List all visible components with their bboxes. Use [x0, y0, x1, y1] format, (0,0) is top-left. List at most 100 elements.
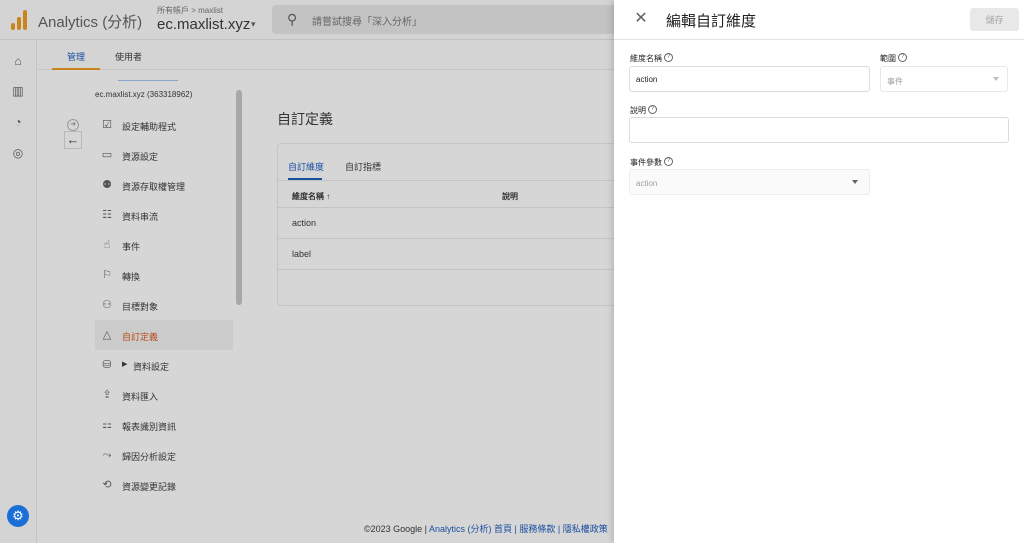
scope-select: 事件: [880, 66, 1008, 92]
analytics-logo-icon: [10, 10, 28, 30]
admin-nav-pane: ec.maxlist.xyz (363318962) ➔ ← ☑ 設定輔助程式 …: [52, 70, 244, 510]
column-header-dimension-name[interactable]: 維度名稱 ↑: [292, 191, 330, 202]
history-icon: ⟲: [102, 479, 112, 491]
account-breadcrumb[interactable]: 所有帳戶 > maxlist: [157, 5, 223, 16]
sidebar-item-audiences[interactable]: ⚇ 目標對象: [95, 290, 233, 320]
shapes-icon: △: [102, 329, 112, 341]
search-bar[interactable]: ⚲ 請嘗試搜尋「深入分析」: [272, 5, 632, 34]
data-stream-icon: ☷: [102, 209, 112, 221]
search-icon: ⚲: [287, 11, 298, 27]
field-label-text: 事件參數: [630, 158, 662, 167]
dimension-name-label: 維度名稱?: [630, 53, 673, 64]
panel-title: 編輯自訂維度: [666, 13, 757, 30]
help-icon[interactable]: ?: [648, 105, 657, 114]
tab-admin[interactable]: 管理: [67, 50, 85, 63]
nav-scrollbar[interactable]: [236, 90, 242, 305]
dimension-name-input[interactable]: [630, 67, 869, 91]
event-parameter-value: action: [636, 179, 658, 188]
sidebar-item-attribution-settings[interactable]: ⤳ 歸因分析設定: [95, 440, 233, 470]
field-label-text: 說明: [630, 106, 646, 115]
sidebar-item-label: 資源存取權管理: [122, 182, 186, 192]
sidebar-item-label: 報表識別資訊: [122, 422, 177, 432]
divider: [118, 80, 178, 81]
custom-definitions-card: 自訂維度 自訂指標 維度名稱 ↑ 說明 action label: [277, 143, 617, 306]
sidebar-item-label: 資源設定: [122, 152, 159, 162]
sidebar-item-data-settings[interactable]: ⛁ 資料設定 ▶: [95, 350, 233, 380]
sidebar-item-reporting-identity[interactable]: ⚏ 報表識別資訊: [95, 410, 233, 440]
report-identity-icon: ⚏: [102, 419, 112, 431]
expand-arrow-icon[interactable]: ▶: [122, 360, 127, 368]
sidebar-item-data-import[interactable]: ⇪ 資料匯入: [95, 380, 233, 410]
property-id: ec.maxlist.xyz (363318962): [95, 90, 193, 99]
sidebar-item-label: 目標對象: [122, 302, 159, 312]
touch-icon: ☝: [103, 239, 111, 251]
help-icon[interactable]: ?: [664, 157, 673, 166]
table-row[interactable]: label: [278, 239, 616, 270]
home-icon[interactable]: ⌂: [11, 54, 25, 68]
explore-icon[interactable]: ◔: [11, 115, 25, 129]
sidebar-item-events[interactable]: ☝ 事件: [95, 230, 233, 260]
sidebar-item-label: 資料串流: [122, 212, 159, 222]
caret-down-icon: [993, 77, 999, 81]
sidebar-item-setup-assistant[interactable]: ☑ 設定輔助程式: [95, 110, 233, 140]
column-header-description[interactable]: 說明: [502, 191, 518, 202]
property-settings-icon: ▭: [101, 149, 113, 161]
sidebar-item-property-settings[interactable]: ▭ 資源設定: [95, 140, 233, 170]
table-row[interactable]: action: [278, 208, 616, 239]
upload-icon: ⇪: [102, 389, 112, 401]
sidebar-item-conversions[interactable]: ⚐ 轉換: [95, 260, 233, 290]
description-field[interactable]: [629, 117, 1009, 143]
caret-down-icon: [852, 180, 858, 184]
sidebar-item-label: 資料匯入: [122, 392, 159, 402]
scope-value: 事件: [887, 77, 903, 86]
attribution-icon: ⤳: [102, 449, 112, 461]
left-rail: ⌂ ▥ ◔ ◎: [0, 40, 37, 543]
admin-tabs: 管理 使用者: [38, 40, 614, 70]
sidebar-item-data-streams[interactable]: ☷ 資料串流: [95, 200, 233, 230]
panel-header: ✕ 編輯自訂維度 儲存: [614, 0, 1024, 40]
table-header: 維度名稱 ↑ 說明: [278, 180, 616, 208]
copyright-text: ©2023 Google |: [364, 524, 430, 534]
sidebar-item-label: 轉換: [122, 272, 141, 282]
sidebar-item-label: 自訂定義: [122, 332, 159, 342]
sidebar-item-label: 設定輔助程式: [122, 122, 177, 132]
database-icon: ⛁: [102, 359, 112, 371]
scope-label: 範圍?: [880, 53, 907, 64]
page-title: 自訂定義: [277, 111, 333, 127]
caret-down-icon[interactable]: ▾: [251, 19, 256, 30]
dimension-name-cell: action: [292, 218, 317, 228]
account-selector[interactable]: ec.maxlist.xyz: [157, 16, 250, 33]
admin-gear-icon[interactable]: ⚙: [7, 505, 29, 527]
description-input[interactable]: [630, 118, 1008, 142]
event-parameter-label: 事件參數?: [630, 157, 673, 168]
tab-custom-dimensions[interactable]: 自訂維度: [288, 160, 324, 173]
back-arrow-icon[interactable]: ←: [64, 131, 82, 149]
sidebar-item-custom-definitions[interactable]: △ 自訂定義: [95, 320, 233, 350]
search-placeholder: 請嘗試搜尋「深入分析」: [312, 17, 422, 28]
sidebar-item-label: 歸因分析設定: [122, 452, 177, 462]
tab-users[interactable]: 使用者: [115, 50, 142, 63]
description-label: 說明?: [630, 105, 657, 116]
event-parameter-select: action: [629, 169, 870, 195]
help-icon[interactable]: ?: [898, 53, 907, 62]
advertising-icon[interactable]: ◎: [11, 146, 25, 160]
edit-dimension-panel: ✕ 編輯自訂維度 儲存 維度名稱? 範圍? 事件 說明? 事件參數? actio…: [614, 0, 1024, 543]
reports-icon[interactable]: ▥: [11, 84, 25, 98]
people-icon: ⚉: [102, 179, 112, 191]
footer: ©2023 Google | Analytics (分析) 首頁 | 服務條款 …: [364, 522, 608, 535]
save-button[interactable]: 儲存: [970, 8, 1019, 31]
footer-links[interactable]: Analytics (分析) 首頁 | 服務條款 | 隱私權政策: [429, 524, 608, 534]
sidebar-item-access-management[interactable]: ⚉ 資源存取權管理: [95, 170, 233, 200]
help-icon[interactable]: ?: [664, 53, 673, 62]
dimension-name-cell: label: [292, 249, 312, 259]
sidebar-item-label: 事件: [122, 242, 141, 252]
tab-custom-metrics[interactable]: 自訂指標: [345, 160, 381, 173]
flag-icon: ⚐: [102, 269, 112, 281]
close-icon[interactable]: ✕: [632, 10, 650, 28]
dimension-name-field[interactable]: [629, 66, 870, 92]
collapse-icon[interactable]: ➔: [67, 119, 79, 131]
field-label-text: 維度名稱: [630, 54, 662, 63]
sidebar-item-label: 資源變更記錄: [122, 482, 177, 492]
sidebar-item-change-history[interactable]: ⟲ 資源變更記錄: [95, 470, 233, 500]
checklist-icon: ☑: [102, 119, 112, 131]
